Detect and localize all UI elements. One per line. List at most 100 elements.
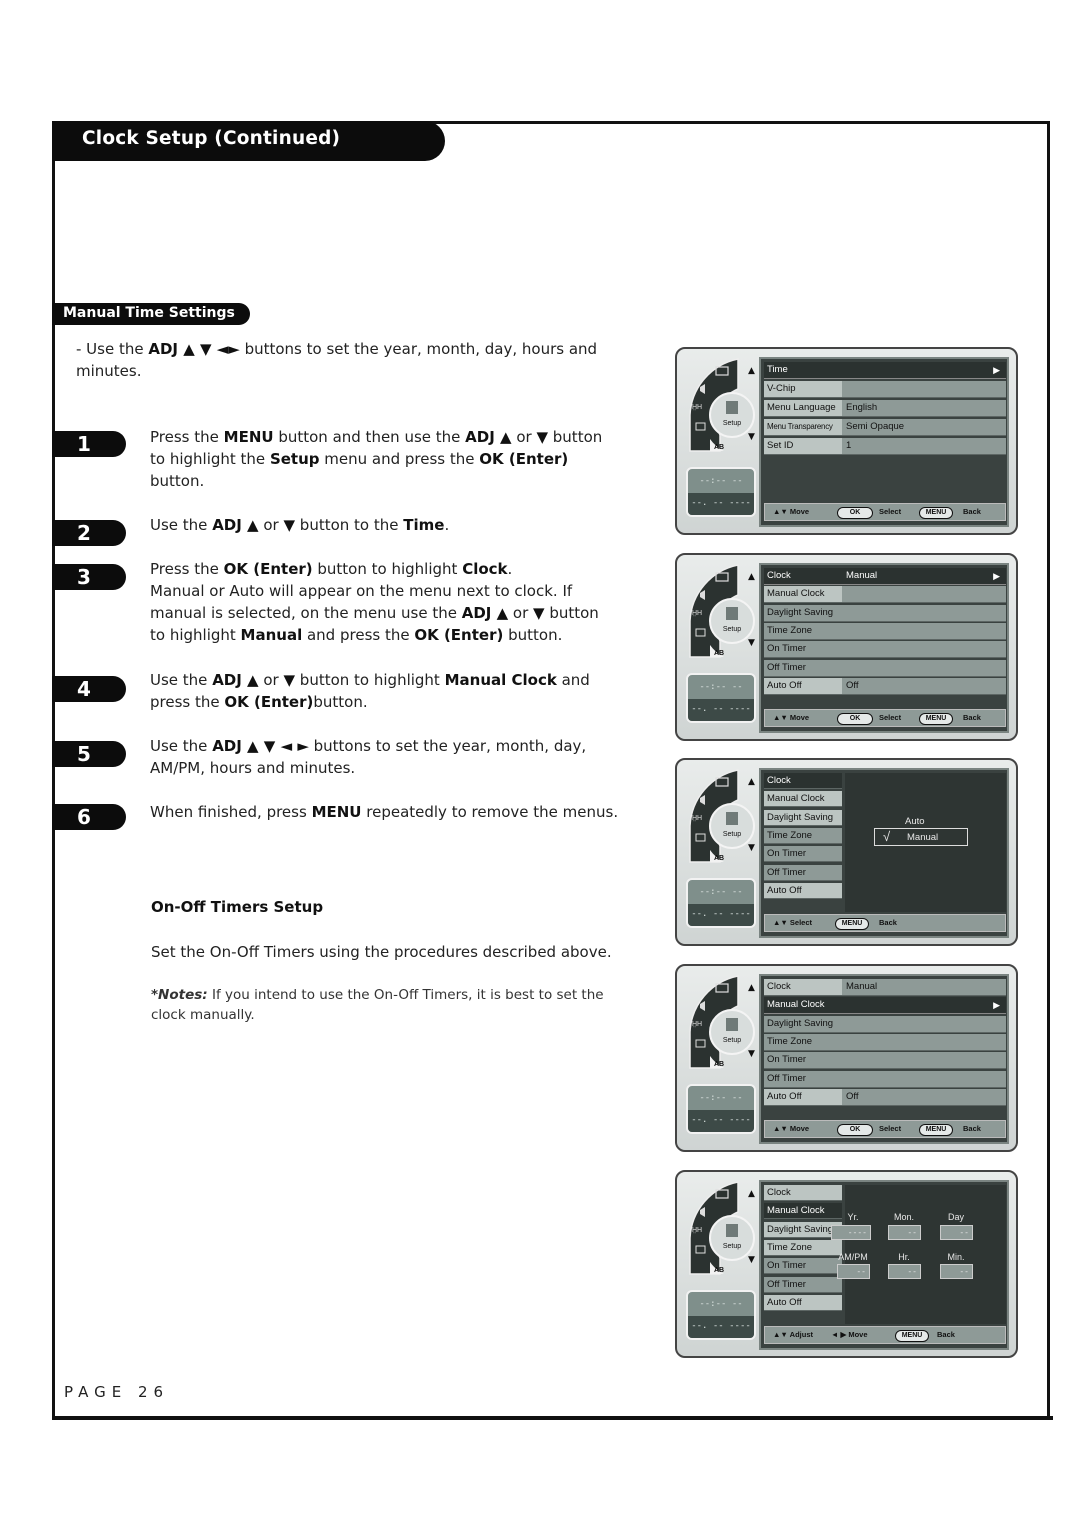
clock-display: --:-- -- --. -- ---- bbox=[686, 1084, 756, 1134]
note-text: *Notes: If you intend to use the On-Off … bbox=[151, 987, 604, 1023]
display-date: --. -- ---- bbox=[688, 1110, 754, 1132]
menu-row-menu-transparency[interactable]: Menu Transparency Semi Opaque bbox=[764, 419, 1006, 436]
menu-wheel: Setup H̤H AB ▲ ▼ bbox=[689, 564, 755, 658]
menu-row-time-zone[interactable]: Time Zone bbox=[764, 827, 842, 844]
display-time: --:-- -- bbox=[699, 476, 743, 486]
menu-button[interactable]: MENU bbox=[895, 1330, 929, 1342]
menu-row-off-timer[interactable]: Off Timer bbox=[764, 1276, 842, 1293]
menu-row-daylight-saving[interactable]: Daylight Saving bbox=[764, 809, 842, 826]
ok-button[interactable]: OK bbox=[837, 1124, 873, 1136]
step-badge-4: 4 bbox=[52, 676, 126, 702]
page-frame-shadow bbox=[52, 1416, 1053, 1420]
menu-row-daylight-saving[interactable]: Daylight Saving bbox=[764, 1015, 1006, 1033]
menu-row-clock[interactable]: Clock bbox=[764, 1185, 842, 1201]
menu-footer: ▲▼ Move OK Select MENU Back bbox=[764, 503, 1006, 521]
ok-button[interactable]: OK bbox=[837, 713, 873, 725]
menu-button[interactable]: MENU bbox=[919, 1124, 953, 1136]
footer-move-hint: ▲▼ Move bbox=[773, 507, 810, 516]
menu-row-label: Set ID bbox=[764, 438, 842, 454]
display-date: --. -- ---- bbox=[688, 1316, 754, 1338]
field-mon[interactable]: -- bbox=[888, 1225, 921, 1240]
menu-footer: ▲▼ Move OK Select MENU Back bbox=[764, 1120, 1006, 1138]
menu-row-off-timer[interactable]: Off Timer bbox=[764, 659, 1006, 677]
right-arrow-icon: ▶ bbox=[993, 571, 1000, 581]
footer-select-hint: ▲▼ Select bbox=[773, 918, 813, 927]
display-time: --:-- -- bbox=[699, 887, 743, 897]
menu-row-time[interactable]: Time ▶ bbox=[764, 362, 1006, 379]
svg-text:AB: AB bbox=[714, 1267, 724, 1274]
step-badge-5: 5 bbox=[52, 741, 126, 767]
menu-row-label: Daylight Saving bbox=[767, 606, 834, 618]
field-yr[interactable]: ---- bbox=[831, 1225, 871, 1240]
display-time: --:-- -- bbox=[699, 682, 743, 692]
menu-row-time-zone[interactable]: Time Zone bbox=[764, 1033, 1006, 1051]
menu-row-value: Off bbox=[846, 1090, 859, 1102]
field-ampm[interactable]: -- bbox=[837, 1264, 870, 1279]
menu-row-v-chip[interactable]: V-Chip bbox=[764, 381, 1006, 398]
menu-row-manual-clock[interactable]: Manual Clock bbox=[764, 1203, 842, 1220]
right-arrow-icon: ▶ bbox=[993, 365, 1000, 375]
menu-row-menu-language[interactable]: Menu Language English bbox=[764, 400, 1006, 417]
menu-row-label: Off Timer bbox=[767, 661, 806, 673]
menu-row-manual-clock[interactable]: Manual Clock bbox=[764, 791, 842, 808]
footer-move-hint: ▲▼ Move bbox=[773, 1124, 810, 1133]
menu-button[interactable]: MENU bbox=[835, 918, 869, 930]
tv-menu-screenshot-1: Setup H̤H AB ▲ ▼ --:-- -- --. -- ---- Ti… bbox=[675, 347, 1018, 535]
timers-text: Set the On-Off Timers using the procedur… bbox=[151, 943, 612, 961]
menu-button[interactable]: MENU bbox=[919, 713, 953, 725]
menu-row-manual-clock[interactable]: Manual Clock bbox=[764, 586, 1006, 604]
menu-row-auto-off[interactable]: Auto Off bbox=[764, 1294, 842, 1311]
field-hr[interactable]: -- bbox=[888, 1264, 921, 1279]
setup-icon bbox=[709, 1009, 755, 1055]
up-arrow-icon: ▲ bbox=[748, 777, 755, 787]
menu-row-clock[interactable]: Clock Manual bbox=[764, 979, 1006, 996]
display-time: --:-- -- bbox=[699, 1299, 743, 1309]
menu-row-label: Auto Off bbox=[764, 677, 842, 694]
menu-row-on-timer[interactable]: On Timer bbox=[764, 1052, 1006, 1070]
menu-row-value: Off bbox=[846, 679, 859, 691]
menu-row-on-timer[interactable]: On Timer bbox=[764, 1258, 842, 1275]
footer-select-hint: Select bbox=[879, 1124, 902, 1133]
menu-row-auto-off[interactable]: Auto Off bbox=[764, 882, 842, 899]
menu-row-label: Time Zone bbox=[767, 1035, 813, 1047]
footer-adjust-hint: ▲▼ Adjust bbox=[773, 1330, 813, 1339]
channel-icon: H̤H bbox=[692, 1227, 702, 1234]
menu-button[interactable]: MENU bbox=[919, 507, 953, 519]
menu-row-daylight-saving[interactable]: Daylight Saving bbox=[764, 604, 1006, 622]
menu-row-time-zone[interactable]: Time Zone bbox=[764, 622, 1006, 640]
menu-row-clock[interactable]: Clock Manual ▶ bbox=[764, 568, 1006, 585]
menu-row-off-timer[interactable]: Off Timer bbox=[764, 864, 842, 881]
step-text-6: When finished, press MENU repeatedly to … bbox=[150, 803, 619, 821]
menu-row-manual-clock[interactable]: Manual Clock ▶ bbox=[764, 997, 1006, 1015]
menu-row-label: Manual Clock bbox=[764, 586, 842, 603]
menu-row-label: Auto Off bbox=[764, 1088, 842, 1105]
svg-text:AB: AB bbox=[714, 1061, 724, 1068]
field-min[interactable]: -- bbox=[940, 1264, 973, 1279]
menu-screen: Clock Manual Manual Clock ▶ Daylight Saving T… bbox=[759, 974, 1009, 1144]
setup-icon bbox=[709, 1215, 755, 1261]
menu-row-label: Time Zone bbox=[767, 624, 813, 636]
menu-row-set-id[interactable]: Set ID 1 bbox=[764, 438, 1006, 455]
ok-button[interactable]: OK bbox=[837, 507, 873, 519]
up-arrow-icon: ▲ bbox=[748, 983, 755, 993]
field-day[interactable]: -- bbox=[940, 1225, 973, 1240]
menu-row-on-timer[interactable]: On Timer bbox=[764, 641, 1006, 659]
menu-row-off-timer[interactable]: Off Timer bbox=[764, 1070, 1006, 1088]
menu-row-time-zone[interactable]: Time Zone bbox=[764, 1239, 842, 1256]
option-auto[interactable]: Auto bbox=[905, 816, 925, 827]
menu-row-label: Manual Clock bbox=[767, 999, 825, 1011]
menu-row-clock[interactable]: Clock bbox=[764, 773, 842, 789]
tv-menu-screenshot-4: Setup H̤H AB ▲ ▼ --:-- -- --. -- ---- Cl… bbox=[675, 964, 1018, 1152]
setup-glyph bbox=[726, 401, 738, 414]
tv-menu-screenshot-3: Setup H̤H AB ▲ ▼ --:-- -- --. -- ---- Cl… bbox=[675, 758, 1018, 946]
menu-row-auto-off[interactable]: Auto Off Off bbox=[764, 1088, 1006, 1106]
menu-wheel: Setup H̤H AB ▲ ▼ bbox=[689, 358, 755, 452]
field-label-day: Day bbox=[947, 1212, 964, 1222]
svg-text:AB: AB bbox=[714, 444, 724, 451]
check-icon: √ bbox=[883, 829, 891, 844]
menu-screen: Time ▶ V-Chip Menu Language English Menu Tran… bbox=[759, 357, 1009, 527]
footer-select-hint: Select bbox=[879, 507, 902, 516]
menu-row-auto-off[interactable]: Auto Off Off bbox=[764, 677, 1006, 695]
step-text-2: Use the ADJ ▲ or ▼ button to the Time. bbox=[150, 516, 450, 534]
menu-row-on-timer[interactable]: On Timer bbox=[764, 846, 842, 863]
